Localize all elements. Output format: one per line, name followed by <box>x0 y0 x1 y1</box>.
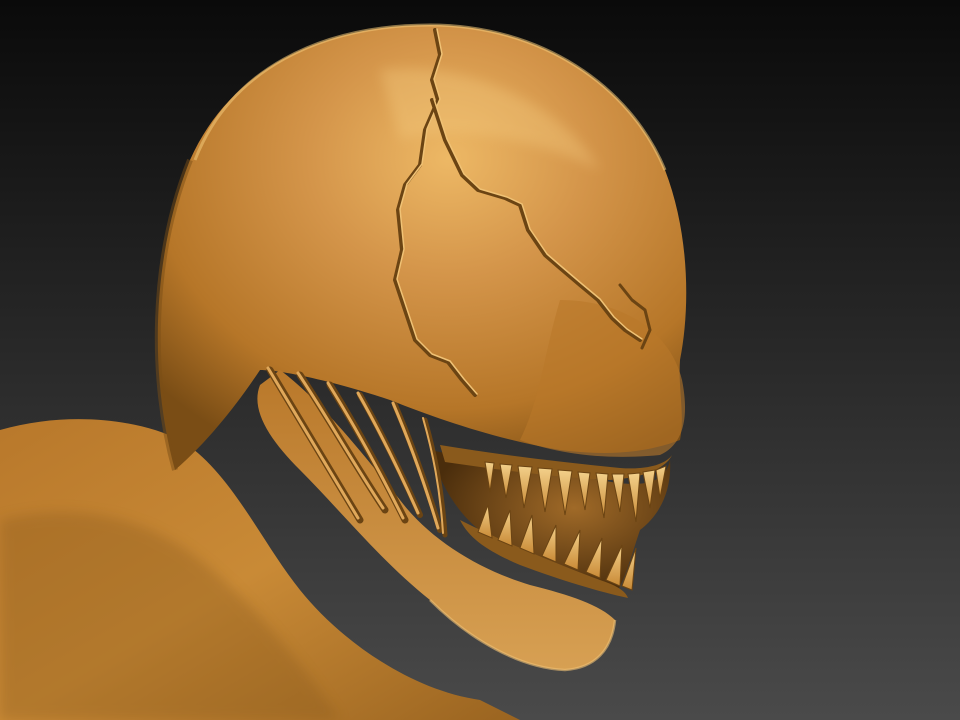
creature-head-sculpt <box>0 23 687 720</box>
3d-viewport[interactable] <box>0 0 960 720</box>
